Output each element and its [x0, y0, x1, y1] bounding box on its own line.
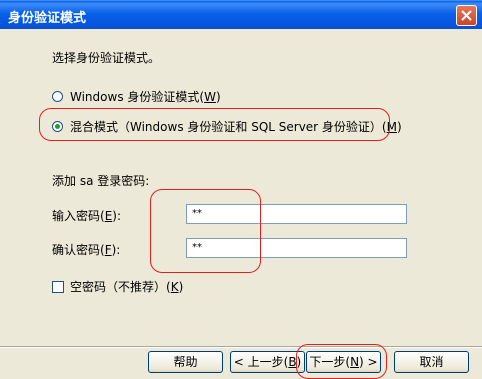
dialog-window: 身份验证模式 选择身份验证模式。 Windows 身份验证模式(W) 混合模式（…	[0, 0, 482, 379]
auth-mode-heading: 选择身份验证模式。	[52, 51, 161, 65]
confirm-password-input[interactable]: **	[186, 238, 407, 258]
back-button[interactable]: < 上一步(B)	[230, 351, 305, 373]
enter-password-label: 输入密码(E):	[52, 209, 122, 223]
radio-mixed-mode-circle[interactable]	[52, 121, 63, 132]
confirm-password-label: 确认密码(F):	[52, 243, 121, 257]
radio-windows-auth-circle[interactable]	[52, 91, 63, 102]
radio-windows-auth[interactable]: Windows 身份验证模式(W)	[52, 88, 221, 105]
button-separator	[0, 346, 482, 348]
radio-windows-auth-label: Windows 身份验证模式(W)	[70, 90, 221, 104]
next-button[interactable]: 下一步(N) >	[306, 351, 381, 373]
sa-password-section-title: 添加 sa 登录密码:	[52, 174, 150, 188]
close-button[interactable]	[456, 5, 477, 26]
radio-mixed-mode[interactable]: 混合模式（Windows 身份验证和 SQL Server 身份验证）(M)	[52, 118, 402, 135]
enter-password-input[interactable]: **	[186, 204, 407, 224]
title-bar[interactable]: 身份验证模式	[0, 0, 482, 29]
close-icon	[461, 10, 472, 21]
cancel-button[interactable]: 取消	[394, 351, 469, 373]
blank-password-label: 空密码（不推荐）(K)	[70, 280, 184, 294]
blank-password-option[interactable]: 空密码（不推荐）(K)	[52, 278, 183, 295]
radio-mixed-mode-label: 混合模式（Windows 身份验证和 SQL Server 身份验证）(M)	[70, 120, 402, 134]
highlight-password-fields	[150, 189, 261, 273]
help-button[interactable]: 帮助	[148, 351, 223, 373]
window-title: 身份验证模式	[8, 11, 87, 26]
dialog-body: 选择身份验证模式。 Windows 身份验证模式(W) 混合模式（Windows…	[0, 29, 482, 379]
blank-password-checkbox[interactable]	[52, 280, 64, 293]
